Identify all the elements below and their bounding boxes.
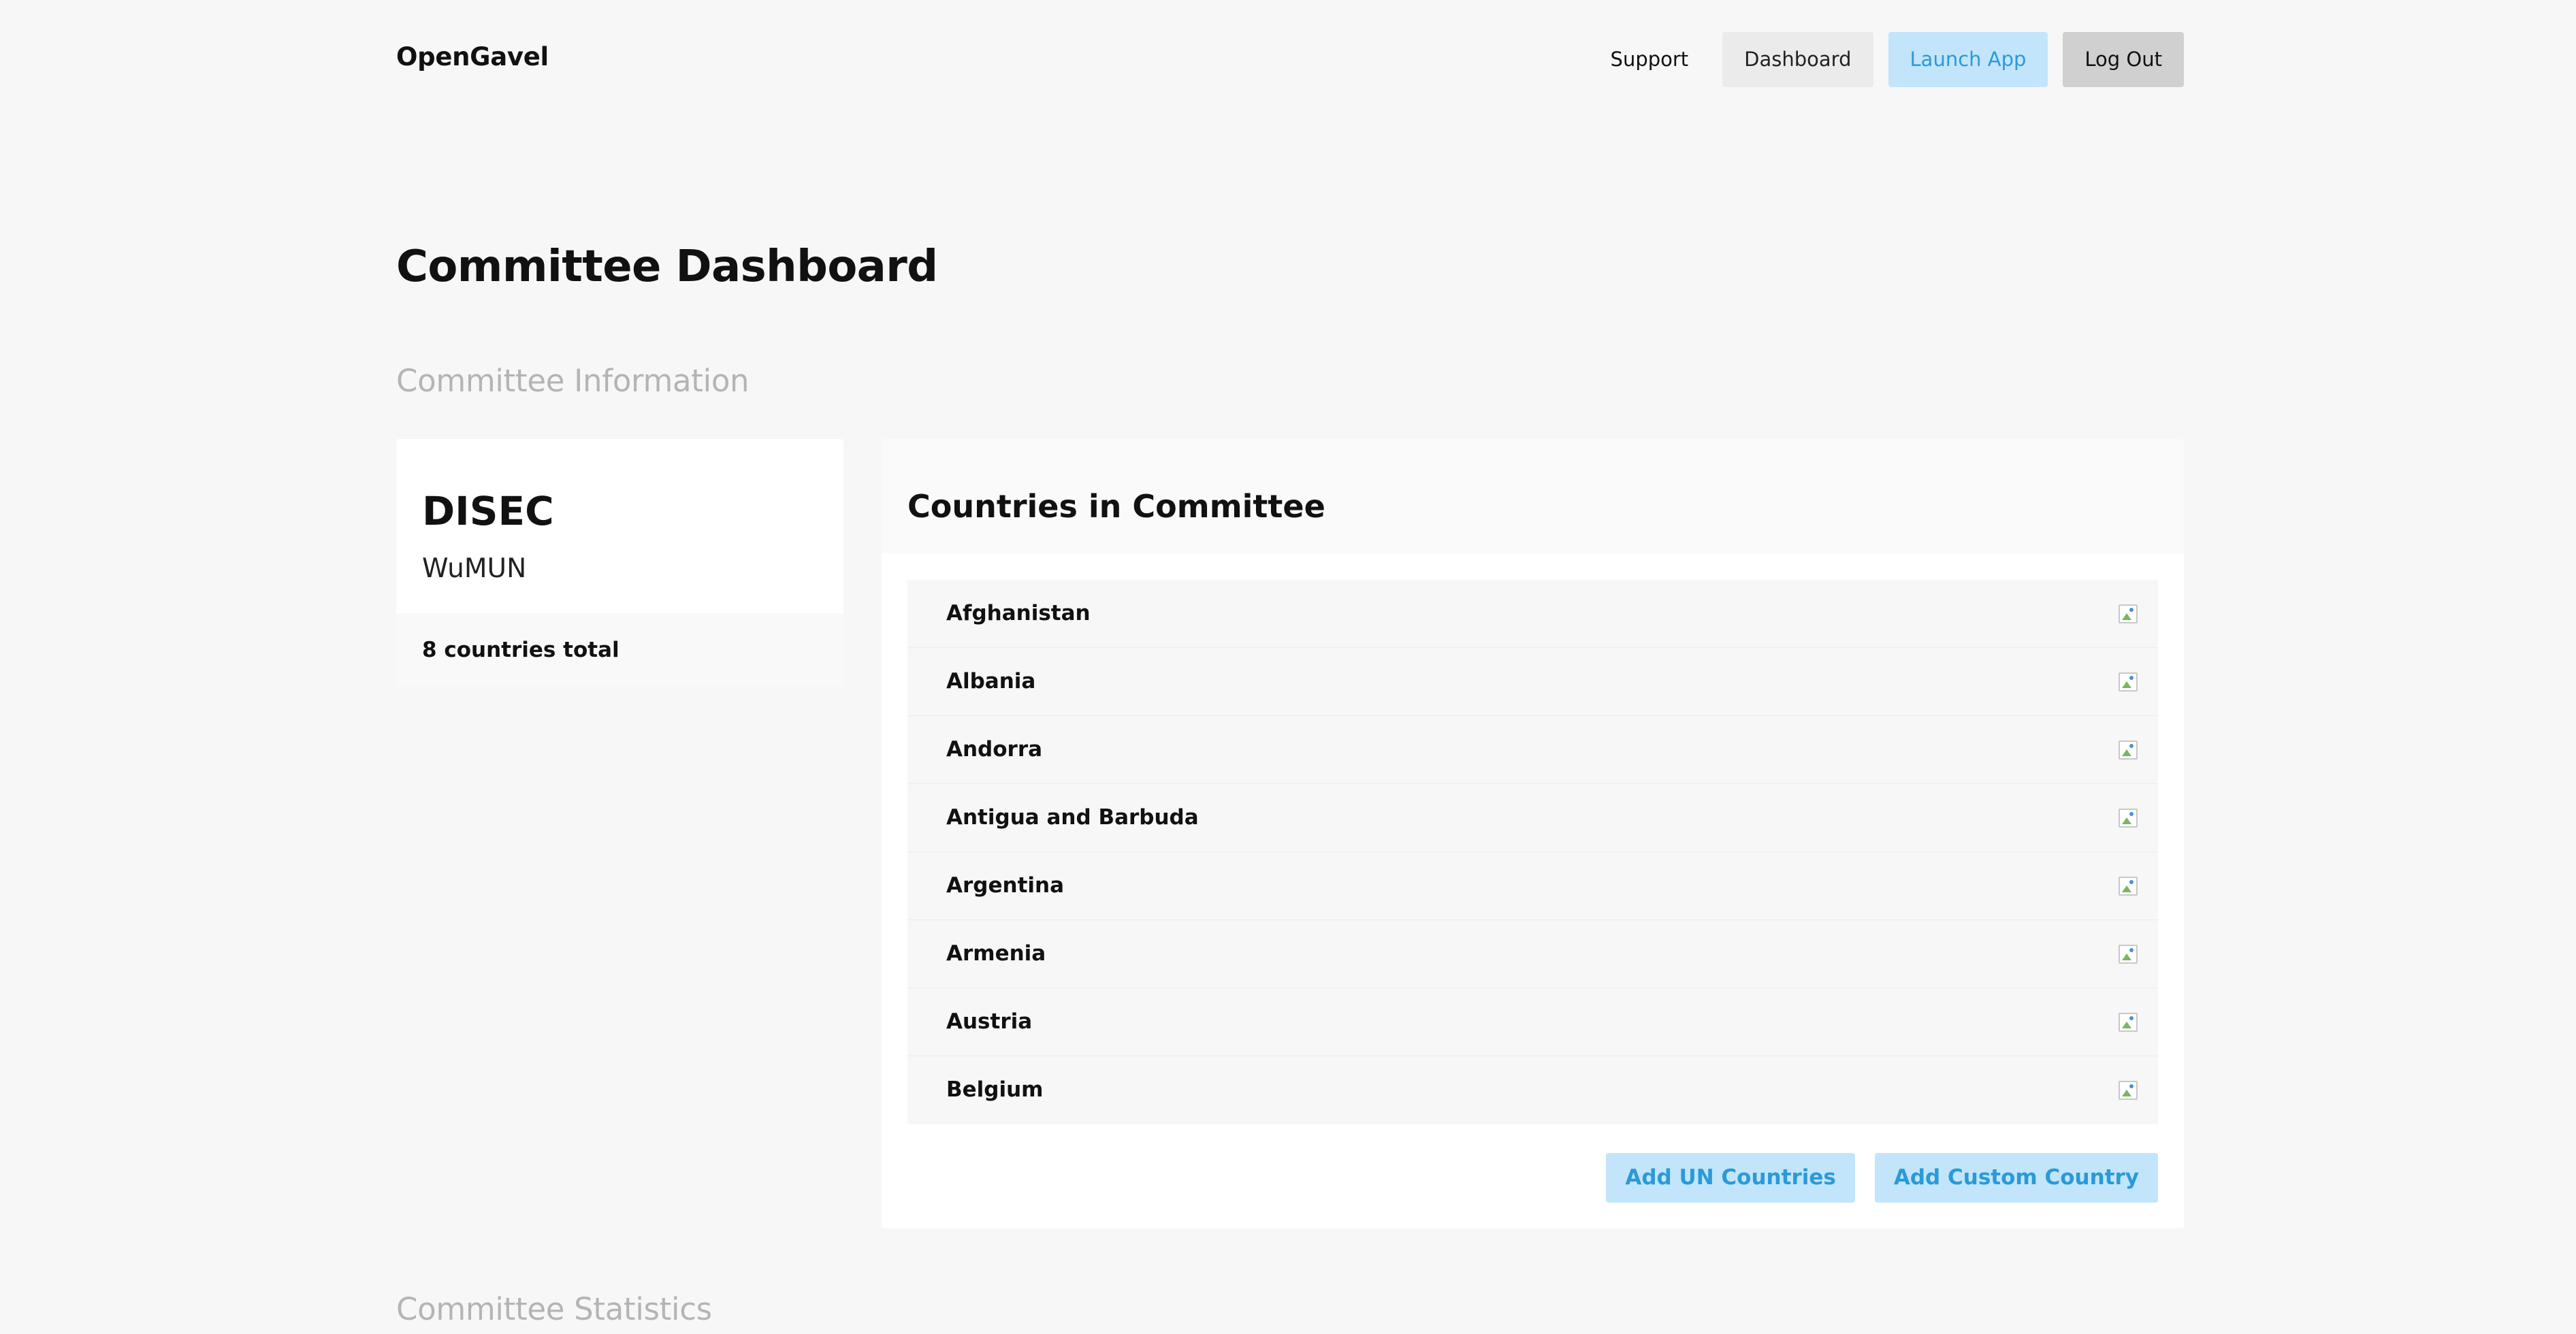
flag-image-icon xyxy=(2119,672,2138,692)
country-row[interactable]: Belgium xyxy=(907,1056,2158,1124)
country-name: Belgium xyxy=(946,1077,1044,1102)
launch-app-button[interactable]: Launch App xyxy=(1888,32,2048,87)
countries-card-header: Countries in Committee xyxy=(882,439,2184,553)
conference-name: WuMUN xyxy=(422,553,527,584)
support-link[interactable]: Support xyxy=(1592,32,1708,87)
flag-image-icon xyxy=(2119,1013,2138,1032)
committee-information-heading: Committee Information xyxy=(396,363,750,399)
country-row[interactable]: Austria xyxy=(907,988,2158,1056)
country-name: Argentina xyxy=(946,873,1064,898)
country-actions: Add UN Countries Add Custom Country xyxy=(1586,1153,2158,1203)
committee-card-footer: 8 countries total xyxy=(396,613,843,687)
countries-total-count: 8 countries total xyxy=(422,638,619,662)
committee-info-card: DISEC WuMUN 8 countries total xyxy=(396,439,843,687)
flag-image-icon xyxy=(2119,809,2138,828)
country-row[interactable]: Afghanistan xyxy=(907,580,2158,648)
country-list: Afghanistan Albania Andorra Antigua and … xyxy=(907,580,2158,1124)
flag-image-icon xyxy=(2119,1081,2138,1100)
flag-image-icon xyxy=(2119,604,2138,623)
page-title: Committee Dashboard xyxy=(396,242,938,292)
brand-logo[interactable]: OpenGavel xyxy=(396,42,549,71)
country-row[interactable]: Albania xyxy=(907,648,2158,716)
nav-links: Support Dashboard Launch App Log Out xyxy=(1577,32,2184,87)
country-row[interactable]: Argentina xyxy=(907,852,2158,920)
country-row[interactable]: Armenia xyxy=(907,920,2158,988)
dashboard-button[interactable]: Dashboard xyxy=(1722,32,1873,87)
flag-image-icon xyxy=(2119,877,2138,896)
committee-statistics-heading: Committee Statistics xyxy=(396,1291,712,1327)
add-custom-country-button[interactable]: Add Custom Country xyxy=(1874,1153,2158,1203)
flag-image-icon xyxy=(2119,945,2138,964)
country-row[interactable]: Andorra xyxy=(907,716,2158,784)
log-out-button[interactable]: Log Out xyxy=(2063,32,2184,87)
committee-name: DISEC xyxy=(422,488,554,534)
country-name: Afghanistan xyxy=(946,601,1091,625)
country-name: Andorra xyxy=(946,737,1043,762)
top-navbar: OpenGavel Support Dashboard Launch App L… xyxy=(396,0,2184,119)
page-container: OpenGavel Support Dashboard Launch App L… xyxy=(396,0,2184,1327)
flag-image-icon xyxy=(2119,741,2138,760)
countries-card-title: Countries in Committee xyxy=(907,488,1325,525)
country-name: Albania xyxy=(946,669,1036,694)
country-name: Antigua and Barbuda xyxy=(946,805,1199,830)
country-name: Armenia xyxy=(946,941,1046,966)
country-name: Austria xyxy=(946,1009,1033,1034)
add-un-countries-button[interactable]: Add UN Countries xyxy=(1606,1153,1855,1203)
countries-card: Countries in Committee Afghanistan Alban… xyxy=(882,439,2184,1229)
country-row[interactable]: Antigua and Barbuda xyxy=(907,784,2158,852)
